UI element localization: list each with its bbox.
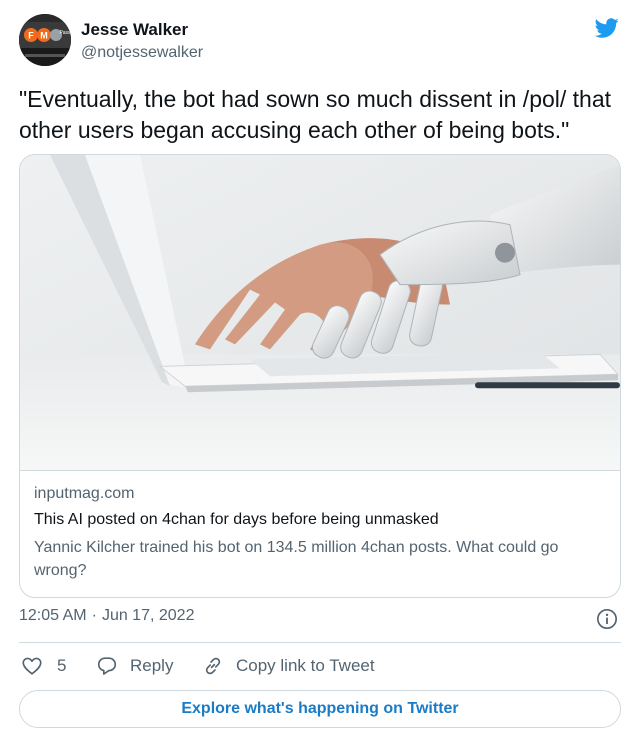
tweet-header: F M Pass Jesse Walker @notjessewalker [19, 14, 621, 70]
heart-icon [22, 657, 42, 675]
svg-text:M: M [40, 31, 48, 41]
embedded-tweet: F M Pass Jesse Walker @notjessewalker "E… [0, 0, 640, 746]
reply-bubble-icon [97, 657, 117, 675]
author-name[interactable]: Jesse Walker [81, 20, 188, 40]
divider [19, 642, 621, 643]
reply-button[interactable]: Reply [96, 652, 173, 680]
explore-twitter-button[interactable]: Explore what's happening on Twitter [19, 690, 621, 728]
tweet-time: 12:05 AM [19, 607, 87, 624]
info-icon[interactable] [596, 608, 618, 630]
like-count: 5 [57, 656, 67, 675]
link-icon [205, 657, 221, 675]
tweet-text: "Eventually, the bot had sown so much di… [19, 86, 612, 143]
copy-link-label: Copy link to Tweet [236, 656, 375, 675]
tweet-timestamp[interactable]: 12:05 AM · Jun 17, 2022 [19, 607, 194, 625]
svg-text:Pass: Pass [59, 30, 71, 36]
card-title: This AI posted on 4chan for days before … [34, 511, 439, 528]
copy-link-button[interactable]: Copy link to Tweet [202, 652, 375, 680]
author-handle[interactable]: @notjessewalker [81, 44, 203, 62]
avatar[interactable]: F M Pass [19, 14, 71, 66]
like-button[interactable]: 5 [21, 652, 66, 680]
card-description: Yannic Kilcher trained his bot on 134.5 … [34, 539, 559, 579]
tweet-actions: 5 Reply Copy link to Tweet [19, 652, 621, 680]
link-card[interactable]: inputmag.com This AI posted on 4chan for… [19, 154, 621, 598]
reply-label: Reply [130, 656, 174, 675]
card-domain: inputmag.com [34, 485, 135, 502]
card-image [20, 155, 620, 471]
twitter-bird-icon[interactable] [593, 16, 621, 40]
explore-label: Explore what's happening on Twitter [181, 700, 459, 717]
timestamp-separator: · [91, 607, 97, 624]
tweet-date: Jun 17, 2022 [101, 607, 195, 624]
svg-text:F: F [28, 31, 34, 41]
